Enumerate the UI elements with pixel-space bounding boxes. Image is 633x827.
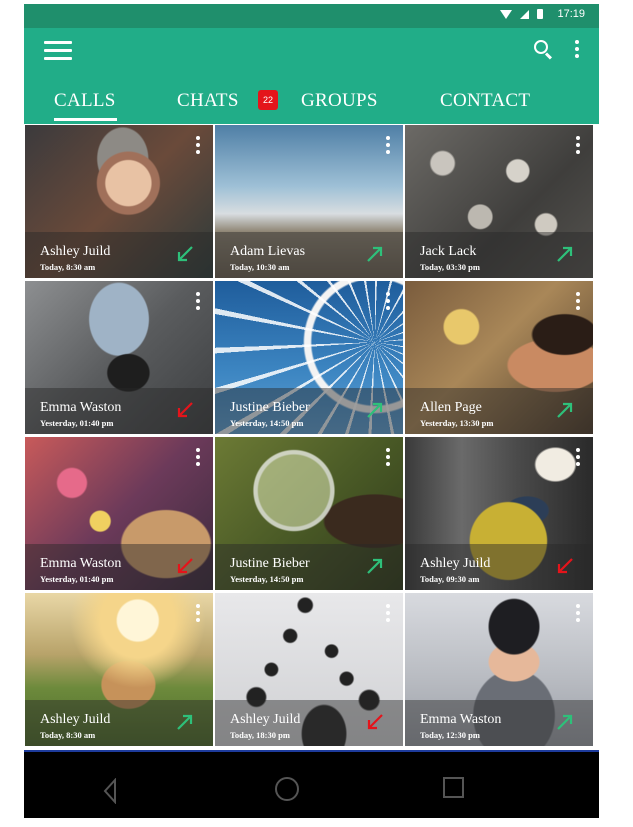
recents-icon[interactable] xyxy=(443,777,464,798)
call-card[interactable]: Emma Waston Yesterday, 01:40 pm xyxy=(25,437,213,590)
tab-chats[interactable]: CHATS xyxy=(177,90,239,112)
call-time: Today, 18:30 pm xyxy=(230,730,290,740)
call-card[interactable]: Adam Lievas Today, 10:30 am xyxy=(215,125,403,278)
card-more-icon[interactable] xyxy=(196,292,200,310)
card-more-icon[interactable] xyxy=(386,136,390,154)
caller-name: Justine Bieber xyxy=(230,400,310,415)
signal-icon xyxy=(520,9,530,19)
call-card[interactable]: Ashley Juild Today, 8:30 am xyxy=(25,125,213,278)
status-bar: 17:19 xyxy=(24,4,599,28)
card-more-icon[interactable] xyxy=(576,136,580,154)
call-time: Yesterday, 14:50 pm xyxy=(230,418,304,428)
phone-screen: 17:19 CALLS CHATS GROUPS CONTACT 22 Ashl… xyxy=(24,4,599,818)
incoming-call-icon xyxy=(177,246,193,262)
wifi-icon xyxy=(500,9,513,19)
outgoing-call-icon xyxy=(367,402,383,418)
menu-icon[interactable] xyxy=(44,41,72,61)
status-time: 17:19 xyxy=(557,8,585,20)
app-bar: CALLS CHATS GROUPS CONTACT 22 xyxy=(24,28,599,124)
call-time: Yesterday, 13:30 pm xyxy=(420,418,494,428)
caller-name: Emma Waston xyxy=(40,400,122,415)
active-tab-indicator xyxy=(54,118,117,121)
missed-call-icon xyxy=(177,558,193,574)
caller-name: Emma Waston xyxy=(420,712,502,727)
call-card[interactable]: Ashley Juild Today, 18:30 pm xyxy=(215,593,403,746)
missed-call-icon xyxy=(557,558,573,574)
outgoing-call-icon xyxy=(367,558,383,574)
outgoing-call-icon xyxy=(557,402,573,418)
caller-name: Ashley Juild xyxy=(40,712,111,727)
caller-name: Justine Bieber xyxy=(230,556,310,571)
card-more-icon[interactable] xyxy=(196,448,200,466)
call-card[interactable]: Ashley Juild Today, 8:30 am xyxy=(25,593,213,746)
outgoing-call-icon xyxy=(177,714,193,730)
card-more-icon[interactable] xyxy=(576,292,580,310)
card-more-icon[interactable] xyxy=(196,604,200,622)
card-more-icon[interactable] xyxy=(196,136,200,154)
call-card[interactable]: Justine Bieber Yesterday, 14:50 pm xyxy=(215,281,403,434)
call-time: Yesterday, 14:50 pm xyxy=(230,574,304,584)
caller-name: Adam Lievas xyxy=(230,244,306,259)
call-card[interactable]: Jack Lack Today, 03:30 pm xyxy=(405,125,593,278)
chats-unread-badge: 22 xyxy=(258,90,278,110)
card-more-icon[interactable] xyxy=(576,604,580,622)
caller-name: Jack Lack xyxy=(420,244,477,259)
call-card[interactable]: Justine Bieber Yesterday, 14:50 pm xyxy=(215,437,403,590)
call-card[interactable]: Emma Waston Yesterday, 01:40 pm xyxy=(25,281,213,434)
battery-icon xyxy=(537,9,544,19)
missed-call-icon xyxy=(367,714,383,730)
back-icon[interactable] xyxy=(102,778,118,804)
call-time: Today, 09:30 am xyxy=(420,574,480,584)
caller-name: Emma Waston xyxy=(40,556,122,571)
call-card[interactable]: Allen Page Yesterday, 13:30 pm xyxy=(405,281,593,434)
caller-name: Ashley Juild xyxy=(420,556,491,571)
call-card[interactable]: Emma Waston Today, 12:30 pm xyxy=(405,593,593,746)
system-nav-bar xyxy=(24,750,599,818)
calls-grid: Ashley Juild Today, 8:30 am Adam Lievas … xyxy=(24,124,599,748)
search-icon[interactable] xyxy=(534,40,554,60)
tab-contact[interactable]: CONTACT xyxy=(440,90,530,112)
more-options-icon[interactable] xyxy=(575,40,581,60)
call-time: Yesterday, 01:40 pm xyxy=(40,574,114,584)
tab-groups[interactable]: GROUPS xyxy=(301,90,378,112)
call-time: Yesterday, 01:40 pm xyxy=(40,418,114,428)
caller-name: Allen Page xyxy=(420,400,482,415)
call-time: Today, 10:30 am xyxy=(230,262,290,272)
outgoing-call-icon xyxy=(557,246,573,262)
card-more-icon[interactable] xyxy=(386,448,390,466)
call-time: Today, 8:30 am xyxy=(40,730,96,740)
status-icons: 17:19 xyxy=(500,8,585,20)
missed-call-icon xyxy=(177,402,193,418)
call-time: Today, 8:30 am xyxy=(40,262,96,272)
outgoing-call-icon xyxy=(367,246,383,262)
card-more-icon[interactable] xyxy=(386,292,390,310)
outgoing-call-icon xyxy=(557,714,573,730)
home-icon[interactable] xyxy=(275,777,299,801)
caller-name: Ashley Juild xyxy=(230,712,301,727)
caller-name: Ashley Juild xyxy=(40,244,111,259)
card-more-icon[interactable] xyxy=(576,448,580,466)
card-more-icon[interactable] xyxy=(386,604,390,622)
call-time: Today, 03:30 pm xyxy=(420,262,480,272)
call-time: Today, 12:30 pm xyxy=(420,730,480,740)
tab-calls[interactable]: CALLS xyxy=(54,90,116,112)
call-card[interactable]: Ashley Juild Today, 09:30 am xyxy=(405,437,593,590)
